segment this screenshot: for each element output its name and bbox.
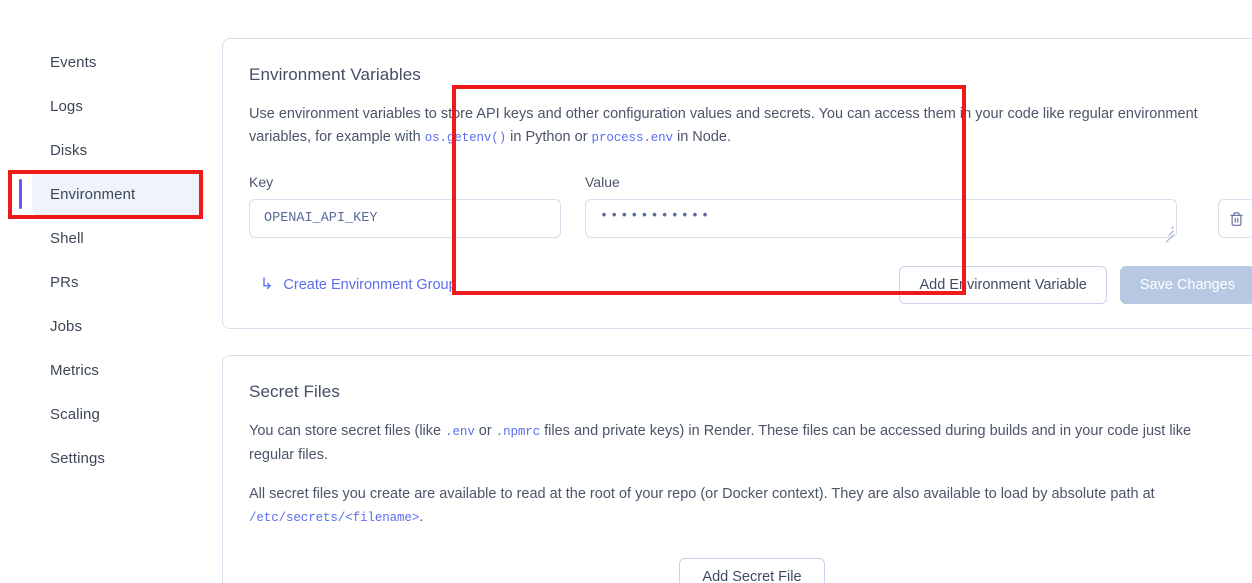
app-root: Events Logs Disks Environment Shell PRs … [0, 0, 1252, 583]
sidebar-item-label: Metrics [50, 361, 100, 379]
secret-files-actions: Add Secret File [249, 558, 1252, 583]
env-field-labels: Key Value [249, 174, 1252, 190]
description-text-3: in Node. [672, 129, 732, 145]
add-secret-file-button[interactable]: Add Secret File [679, 558, 825, 583]
sidebar-item-label: Scaling [50, 405, 100, 423]
sidebar-item-label: PRs [50, 273, 79, 291]
delete-variable-button[interactable] [1218, 199, 1252, 238]
env-key-input[interactable] [249, 199, 561, 238]
secret-files-title: Secret Files [249, 382, 340, 401]
sidebar-item-label: Shell [50, 229, 84, 247]
secret-text-4: All secret files you create are availabl… [249, 486, 1155, 502]
sidebar-item-logs[interactable]: Logs [32, 84, 204, 128]
trash-icon [1230, 211, 1243, 226]
description-text-2: in Python or [506, 129, 592, 145]
key-column-label: Key [249, 174, 274, 190]
sidebar-item-disks[interactable]: Disks [32, 128, 204, 172]
sidebar-item-events[interactable]: Events [32, 40, 204, 84]
environment-variable-row: ••••••••••• [249, 199, 1252, 243]
code-dot-env: .env [445, 425, 475, 439]
secret-files-panel: Secret Files You can store secret files … [222, 355, 1252, 583]
code-process-env: process.env [591, 131, 674, 145]
environment-actions-row: ↳ Create Environment Group Add Environme… [249, 266, 1252, 304]
sidebar-item-label: Jobs [50, 317, 83, 335]
sidebar-item-settings[interactable]: Settings [32, 436, 204, 480]
add-environment-variable-button[interactable]: Add Environment Variable [899, 266, 1107, 304]
sidebar-nav: Events Logs Disks Environment Shell PRs … [0, 0, 222, 583]
environment-variables-title: Environment Variables [249, 65, 421, 84]
secret-files-paragraph-2: All secret files you create are availabl… [249, 483, 1209, 530]
sidebar-item-metrics[interactable]: Metrics [32, 348, 204, 392]
secret-text-5: . [419, 509, 424, 525]
env-value-wrapper: ••••••••••• [585, 199, 1177, 243]
secret-files-paragraph-1: You can store secret files (like .env or… [249, 420, 1209, 467]
save-changes-button[interactable]: Save Changes [1119, 266, 1252, 304]
sidebar-item-prs[interactable]: PRs [32, 260, 204, 304]
sidebar-item-label: Events [50, 53, 97, 71]
create-environment-group-link[interactable]: ↳ Create Environment Group [249, 276, 457, 294]
create-environment-group-label: Create Environment Group [283, 277, 457, 293]
main-content: Environment Variables Use environment va… [222, 0, 1252, 583]
secret-text-1: You can store secret files (like [249, 423, 446, 439]
sidebar-item-jobs[interactable]: Jobs [32, 304, 204, 348]
sidebar-item-label: Logs [50, 97, 83, 115]
environment-variables-description: Use environment variables to store API k… [249, 103, 1209, 150]
code-os-getenv: os.getenv() [424, 131, 507, 145]
sidebar-item-label: Disks [50, 141, 88, 159]
secret-text-2: or [474, 423, 496, 439]
env-value-textarea[interactable]: ••••••••••• [585, 199, 1177, 238]
arrow-turn-down-right-icon: ↳ [260, 276, 274, 293]
sidebar-item-scaling[interactable]: Scaling [32, 392, 204, 436]
sidebar-item-label: Settings [50, 449, 105, 467]
sidebar-item-environment[interactable]: Environment [19, 172, 204, 216]
value-column-label: Value [585, 174, 620, 190]
sidebar-item-label: Environment [50, 185, 136, 203]
active-indicator-bar [19, 179, 22, 209]
sidebar-item-shell[interactable]: Shell [32, 216, 204, 260]
code-etc-secrets-path: /etc/secrets/<filename> [249, 511, 420, 525]
code-dot-npmrc: .npmrc [495, 425, 541, 439]
environment-variables-panel: Environment Variables Use environment va… [222, 38, 1252, 329]
